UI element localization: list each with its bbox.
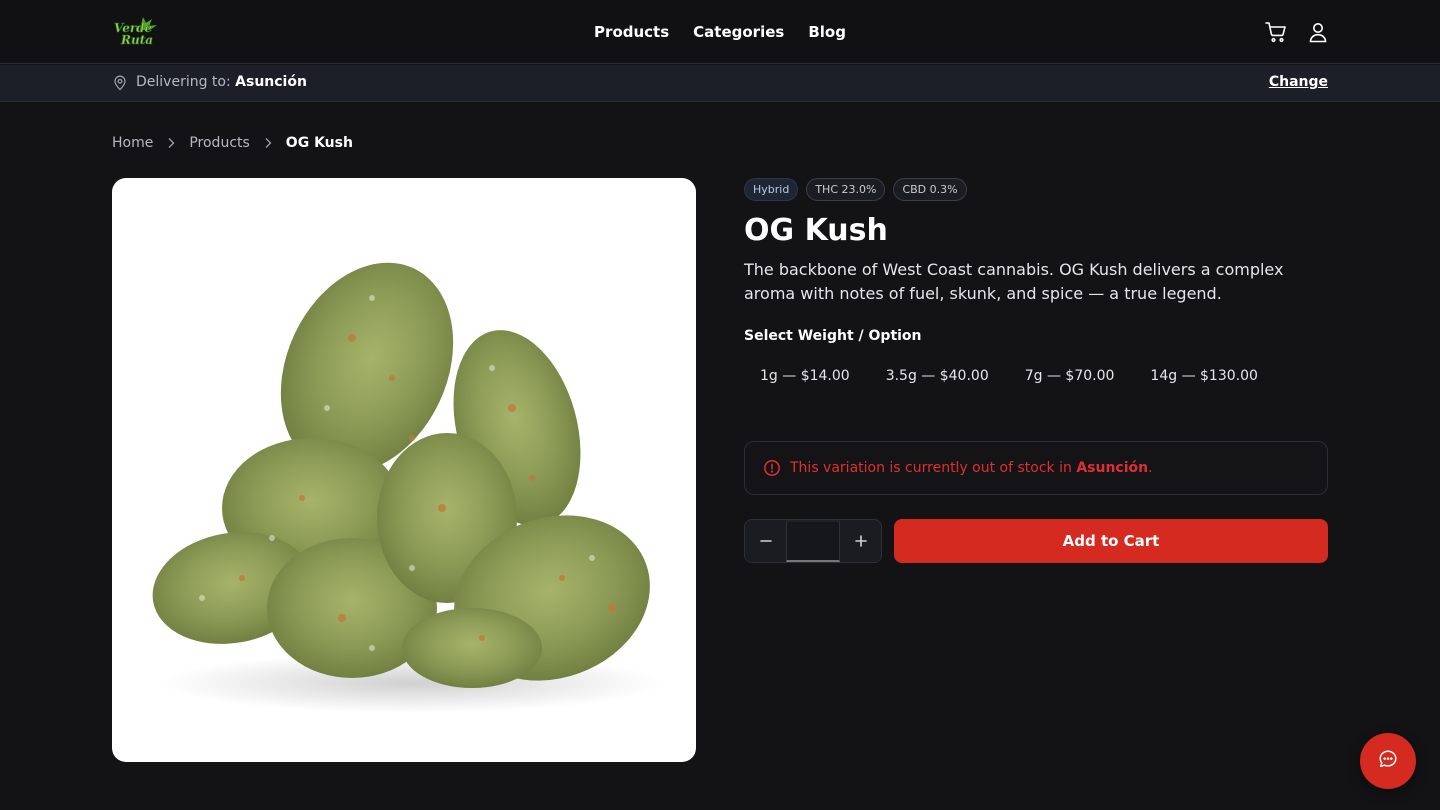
add-to-cart-button[interactable]: Add to Cart [894,519,1328,563]
delivery-location: Asunción [235,74,307,90]
delivery-bar: Delivering to: Asunción Change [0,65,1440,102]
alert-suffix: . [1148,460,1153,476]
chevron-right-icon [167,137,175,149]
delivery-prefix: Delivering to: [136,74,231,90]
quantity-input[interactable] [786,520,840,562]
nav-blog[interactable]: Blog [808,23,846,41]
nav-categories[interactable]: Categories [693,23,784,41]
alert-location: Asunción [1076,460,1149,476]
thc-badge: THC 23.0% [806,178,886,201]
top-navbar: Verde Ruta Products Categories Blog [0,0,1440,64]
nav-products[interactable]: Products [594,23,669,41]
user-icon[interactable] [1306,20,1330,44]
option-1g[interactable]: 1g — $14.00 [744,360,866,392]
main-nav: Products Categories Blog [0,0,1440,64]
cart-icon[interactable] [1264,20,1288,44]
strain-type-badge: Hybrid [744,178,799,201]
option-7g[interactable]: 7g — $70.00 [1009,360,1131,392]
add-to-cart-row: Add to Cart [744,519,1328,563]
product-description: The backbone of West Coast cannabis. OG … [744,260,1284,303]
product-badges: Hybrid THC 23.0% CBD 0.3% [744,178,1328,201]
alert-circle-icon [763,459,781,477]
breadcrumb: Home Products OG Kush [112,135,353,151]
breadcrumb-current: OG Kush [285,135,353,151]
out-of-stock-alert: This variation is currently out of stock… [744,441,1328,495]
breadcrumb-home[interactable]: Home [112,135,153,151]
chat-icon [1377,748,1399,774]
chat-button[interactable] [1360,733,1416,789]
alert-text: This variation is currently out of stock… [790,460,1153,476]
option-14g[interactable]: 14g — $130.00 [1134,360,1274,392]
increment-button[interactable] [840,520,881,562]
product-info: Hybrid THC 23.0% CBD 0.3% OG Kush The ba… [744,178,1328,563]
product-image [112,178,696,762]
header-actions [1264,20,1330,44]
delivery-text: Delivering to: Asunción [136,74,307,90]
change-location-link[interactable]: Change [1269,74,1328,90]
logo-text-line2: Ruta [120,33,153,47]
option-3-5g[interactable]: 3.5g — $40.00 [870,360,1005,392]
location-pin-icon [112,75,128,91]
chevron-right-icon [264,137,272,149]
breadcrumb-products[interactable]: Products [189,135,249,151]
decrement-button[interactable] [745,520,786,562]
weight-options: 1g — $14.00 3.5g — $40.00 7g — $70.00 14… [744,360,1328,392]
option-select-label: Select Weight / Option [744,328,922,344]
product-title: OG Kush [744,213,888,248]
cbd-badge: CBD 0.3% [893,178,967,201]
brand-logo[interactable]: Verde Ruta [112,15,162,49]
quantity-stepper [744,519,882,563]
alert-prefix: This variation is currently out of stock… [790,460,1077,476]
